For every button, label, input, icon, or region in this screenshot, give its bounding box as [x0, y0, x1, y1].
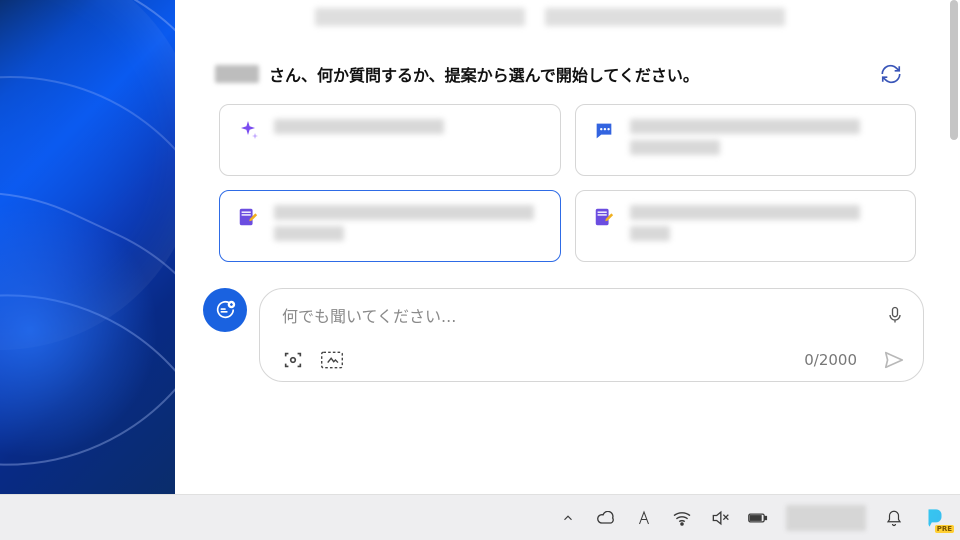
chevron-up-icon	[561, 511, 575, 525]
user-name-redacted	[215, 65, 259, 83]
chat-icon	[592, 119, 616, 143]
camera-scan-button[interactable]	[282, 349, 304, 371]
send-button[interactable]	[883, 349, 905, 371]
previous-content-area	[175, 0, 960, 62]
wifi-button[interactable]	[672, 508, 692, 528]
input-row: 何でも聞いてください... 0/200	[175, 262, 960, 382]
copilot-window: さん、何か質問するか、提案から選んで開始してください。	[175, 0, 960, 494]
suggestion-card-4[interactable]	[575, 190, 917, 262]
camera-scan-icon	[282, 349, 304, 371]
battery-icon	[748, 511, 768, 525]
notifications-button[interactable]	[884, 508, 904, 528]
chat-input-box[interactable]: 何でも聞いてください... 0/200	[259, 288, 924, 382]
microphone-button[interactable]	[885, 304, 905, 326]
wifi-icon	[672, 510, 692, 526]
tray-overflow-button[interactable]	[558, 508, 578, 528]
new-chat-icon	[214, 299, 236, 321]
battery-button[interactable]	[748, 508, 768, 528]
bell-icon	[885, 508, 903, 528]
volume-mute-icon	[710, 509, 730, 527]
copilot-pre-badge: PRE	[935, 525, 954, 533]
snip-button[interactable]	[320, 350, 344, 370]
volume-button[interactable]	[710, 508, 730, 528]
greeting-row: さん、何か質問するか、提案から選んで開始してください。	[175, 62, 960, 86]
system-tray: PRE	[558, 505, 948, 531]
suggestion-card-2[interactable]	[575, 104, 917, 176]
char-counter: 0/2000	[804, 351, 857, 369]
microphone-icon	[885, 304, 905, 326]
greeting-text: さん、何か質問するか、提案から選んで開始してください。	[269, 62, 699, 86]
onedrive-tray-icon[interactable]	[596, 508, 616, 528]
taskbar[interactable]: PRE	[0, 494, 960, 540]
ime-button[interactable]	[634, 508, 654, 528]
suggestion-card-1[interactable]	[219, 104, 561, 176]
suggestion-card-3[interactable]	[219, 190, 561, 262]
send-icon	[883, 349, 905, 371]
sparkle-icon	[236, 119, 260, 143]
redacted-text	[315, 8, 525, 26]
desktop-wallpaper	[0, 0, 175, 494]
snip-icon	[320, 350, 344, 370]
suggestion-cards	[175, 104, 960, 262]
redacted-text	[545, 8, 785, 26]
cloud-icon	[596, 511, 616, 525]
ime-a-icon	[635, 509, 653, 527]
refresh-icon	[880, 63, 902, 85]
input-placeholder: 何でも聞いてください...	[282, 303, 885, 327]
new-chat-button[interactable]	[203, 288, 247, 332]
copilot-taskbar-button[interactable]: PRE	[922, 505, 948, 531]
refresh-suggestions-button[interactable]	[880, 63, 902, 85]
note-edit-icon	[236, 205, 260, 229]
note-edit-icon	[592, 205, 616, 229]
clock-redacted[interactable]	[786, 505, 866, 531]
scrollbar[interactable]	[950, 0, 958, 140]
